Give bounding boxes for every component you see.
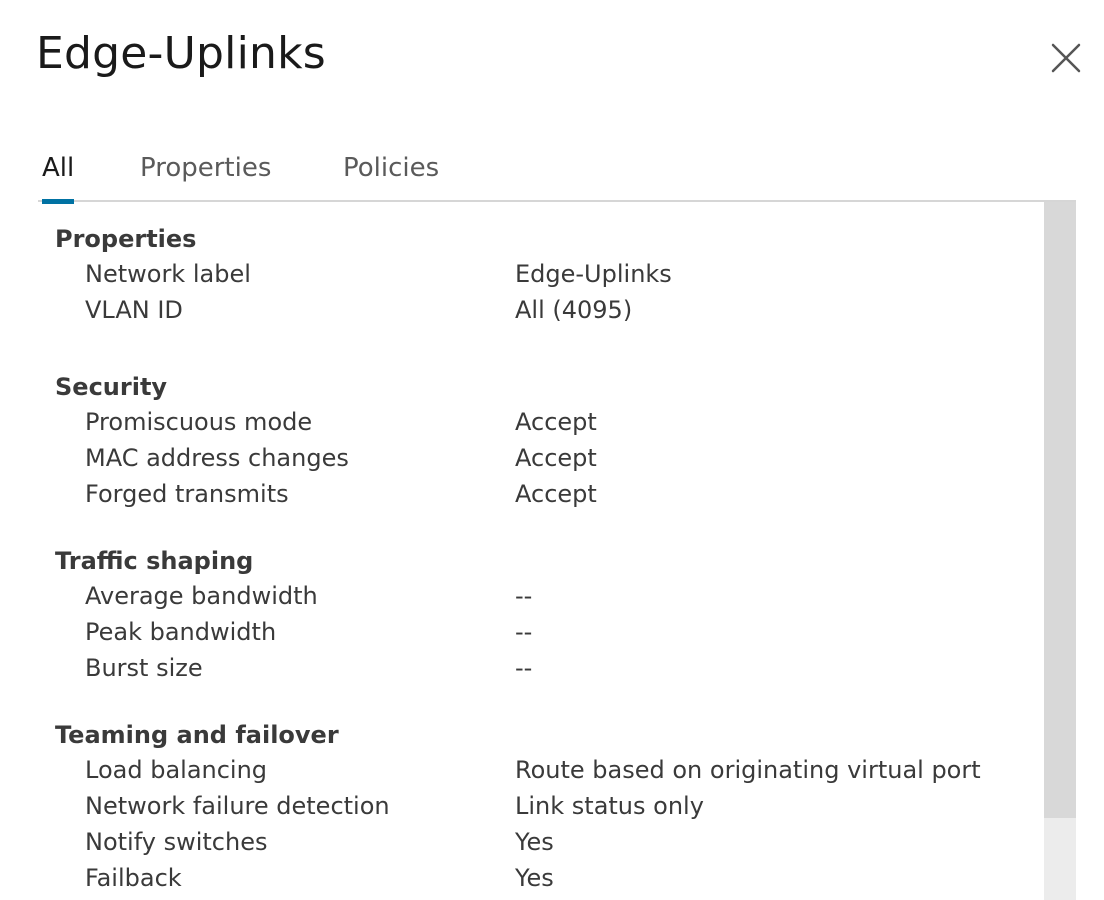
property-value: -- (515, 582, 533, 610)
section-properties: Properties Network label Edge-Uplinks VL… (55, 222, 1035, 328)
section-title: Traffic shaping (55, 547, 254, 575)
property-value: Accept (515, 444, 597, 472)
scrollbar-thumb[interactable] (1044, 202, 1076, 818)
property-label: VLAN ID (85, 296, 183, 324)
tab-policies[interactable]: Policies (343, 148, 439, 202)
property-label: Load balancing (85, 756, 268, 784)
property-label: Forged transmits (85, 480, 289, 508)
section-teaming-failover: Teaming and failover Load balancing Rout… (55, 718, 1035, 896)
vertical-scrollbar[interactable] (1044, 202, 1076, 900)
property-label: Average bandwidth (85, 582, 318, 610)
details-panel: Properties Network label Edge-Uplinks VL… (38, 202, 1044, 900)
property-row: Network failure detection Link status on… (55, 788, 1035, 824)
close-icon (1051, 43, 1081, 73)
property-row: VLAN ID All (4095) (55, 292, 1035, 328)
property-label: MAC address changes (85, 444, 349, 472)
property-row: Network label Edge-Uplinks (55, 256, 1035, 292)
property-row: Burst size -- (55, 650, 1035, 686)
property-value: All (4095) (515, 296, 633, 324)
property-row: Load balancing Route based on originatin… (55, 752, 1035, 788)
section-security: Security Promiscuous mode Accept MAC add… (55, 370, 1035, 512)
property-label: Promiscuous mode (85, 408, 313, 436)
property-label: Notify switches (85, 828, 268, 856)
close-button[interactable] (1048, 40, 1084, 76)
property-label: Network label (85, 260, 251, 288)
property-label: Network failure detection (85, 792, 390, 820)
dialog-title: Edge-Uplinks (36, 28, 326, 79)
portgroup-dialog: Edge-Uplinks All Properties Policies Pro… (0, 0, 1104, 900)
property-value: Yes (515, 828, 554, 856)
property-row: MAC address changes Accept (55, 440, 1035, 476)
property-label: Peak bandwidth (85, 618, 277, 646)
property-value: Link status only (515, 792, 704, 820)
property-value: Edge-Uplinks (515, 260, 672, 288)
section-title: Properties (55, 225, 197, 253)
property-value: Route based on originating virtual port (515, 756, 981, 784)
section-title: Security (55, 373, 168, 401)
property-value: Yes (515, 864, 554, 892)
property-value: Accept (515, 408, 597, 436)
property-value: Accept (515, 480, 597, 508)
section-title: Teaming and failover (55, 721, 339, 749)
tab-all[interactable]: All (42, 148, 75, 204)
property-label: Failback (85, 864, 182, 892)
tab-properties[interactable]: Properties (140, 148, 271, 202)
section-traffic-shaping: Traffic shaping Average bandwidth -- Pea… (55, 544, 1035, 686)
property-row: Notify switches Yes (55, 824, 1035, 860)
property-row: Forged transmits Accept (55, 476, 1035, 512)
property-row: Peak bandwidth -- (55, 614, 1035, 650)
property-value: -- (515, 654, 533, 682)
property-row: Promiscuous mode Accept (55, 404, 1035, 440)
property-label: Burst size (85, 654, 203, 682)
tab-bar: All Properties Policies (38, 148, 1076, 204)
property-row: Average bandwidth -- (55, 578, 1035, 614)
property-row: Failback Yes (55, 860, 1035, 896)
property-value: -- (515, 618, 533, 646)
